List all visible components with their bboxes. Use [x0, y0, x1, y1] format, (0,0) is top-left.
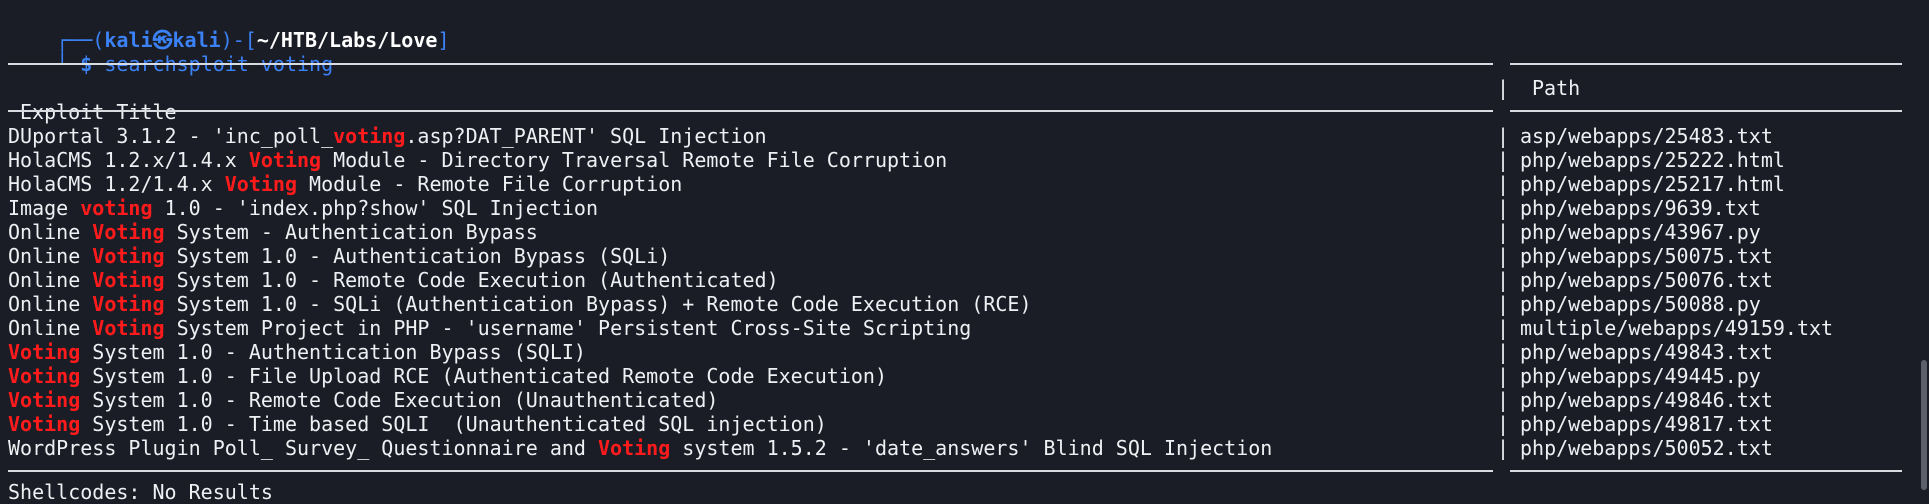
search-term-highlight: voting	[80, 196, 153, 220]
exploit-path: multiple/webapps/49159.txt	[1520, 316, 1834, 340]
prompt-bracket-end: ]	[437, 28, 450, 52]
search-term-highlight: voting	[333, 124, 406, 148]
search-term-highlight: Voting	[224, 172, 297, 196]
search-term-highlight: Voting	[8, 412, 81, 436]
exploit-title-text: System 1.0 - Authentication Bypass (SQLI…	[80, 340, 586, 364]
exploit-title: WordPress Plugin Poll_ Survey_ Questionn…	[8, 436, 1272, 460]
exploit-title: DUportal 3.1.2 - 'inc_poll_voting.asp?DA…	[8, 124, 767, 148]
exploit-title-text: Online	[8, 268, 93, 292]
search-term-highlight: Voting	[8, 364, 81, 388]
table-header: Exploit Title	[8, 76, 177, 124]
header-top-rule-left	[8, 63, 1493, 65]
exploit-title: Online Voting System - Authentication By…	[8, 220, 538, 244]
exploit-title-text: Image	[8, 196, 81, 220]
exploit-title: Voting System 1.0 - Authentication Bypas…	[8, 340, 586, 364]
exploit-path: asp/webapps/25483.txt	[1520, 124, 1773, 148]
exploit-path: php/webapps/25217.html	[1520, 172, 1785, 196]
exploit-title-text: Online	[8, 244, 93, 268]
exploit-path: php/webapps/50075.txt	[1520, 244, 1773, 268]
exploit-title: Voting System 1.0 - Remote Code Executio…	[8, 388, 718, 412]
column-separator: |	[1497, 292, 1510, 316]
column-separator: |	[1497, 388, 1510, 412]
column-separator: |	[1497, 172, 1510, 196]
column-separator: |	[1497, 340, 1510, 364]
exploit-title-text: System 1.0 - SQLi (Authentication Bypass…	[164, 292, 1032, 316]
exploit-title-text: .asp?DAT_PARENT' SQL Injection	[405, 124, 767, 148]
exploit-title: HolaCMS 1.2/1.4.x Voting Module - Remote…	[8, 172, 682, 196]
exploit-title: Voting System 1.0 - File Upload RCE (Aut…	[8, 364, 887, 388]
exploit-title-text: System - Authentication Bypass	[164, 220, 538, 244]
header-bottom-rule-left	[8, 110, 1493, 112]
prompt-line: ┌──(kali㉿kali)-[~/HTB/Labs/Love]	[8, 4, 449, 52]
terminal-window[interactable]: ┌──(kali㉿kali)-[~/HTB/Labs/Love] └─$ sea…	[0, 0, 1929, 504]
exploit-path: php/webapps/25222.html	[1520, 148, 1785, 172]
exploit-path: php/webapps/49817.txt	[1520, 412, 1773, 436]
column-separator: |	[1497, 364, 1510, 388]
column-separator: |	[1497, 244, 1510, 268]
command-line: └─$ searchsploit voting	[8, 28, 333, 76]
search-term-highlight: Voting	[8, 340, 81, 364]
exploit-title: Online Voting System 1.0 - SQLi (Authent…	[8, 292, 1032, 316]
exploit-title: Online Voting System 1.0 - Authenticatio…	[8, 244, 670, 268]
column-separator: |	[1497, 196, 1510, 220]
exploit-title-text: system 1.5.2 - 'date_answers' Blind SQL …	[670, 436, 1273, 460]
exploit-title: Image voting 1.0 - 'index.php?show' SQL …	[8, 196, 598, 220]
column-header-separator: |	[1497, 76, 1510, 100]
exploit-title-text: System 1.0 - Remote Code Execution (Unau…	[80, 388, 719, 412]
exploit-title: Online Voting System 1.0 - Remote Code E…	[8, 268, 779, 292]
search-term-highlight: Voting	[92, 244, 165, 268]
exploit-title-text: System Project in PHP - 'username' Persi…	[164, 316, 972, 340]
exploit-title-text: HolaCMS 1.2.x/1.4.x	[8, 148, 249, 172]
exploit-title-text: HolaCMS 1.2/1.4.x	[8, 172, 225, 196]
table-bottom-rule-left	[8, 470, 1493, 472]
terminal-scrollbar[interactable]	[1919, 0, 1929, 490]
exploit-title-text: Online	[8, 292, 93, 316]
column-header-path: Path	[1532, 76, 1581, 100]
header-top-rule-right	[1510, 63, 1902, 65]
exploit-title-text: Module - Directory Traversal Remote File…	[321, 148, 948, 172]
exploit-path: php/webapps/49445.py	[1520, 364, 1761, 388]
exploit-title-text: System 1.0 - Remote Code Execution (Auth…	[164, 268, 779, 292]
exploit-path: php/webapps/9639.txt	[1520, 196, 1761, 220]
exploit-path: php/webapps/49843.txt	[1520, 340, 1773, 364]
exploit-title-text: System 1.0 - Authentication Bypass (SQLi…	[164, 244, 671, 268]
column-separator: |	[1497, 412, 1510, 436]
exploit-path: php/webapps/50076.txt	[1520, 268, 1773, 292]
exploit-title-text: Online	[8, 316, 93, 340]
column-separator: |	[1497, 124, 1510, 148]
exploit-path: php/webapps/49846.txt	[1520, 388, 1773, 412]
exploit-title-text: System 1.0 - File Upload RCE (Authentica…	[80, 364, 887, 388]
search-term-highlight: Voting	[8, 388, 81, 412]
column-separator: |	[1497, 220, 1510, 244]
exploit-title-text: DUportal 3.1.2 - 'inc_poll_	[8, 124, 334, 148]
exploit-title-text: WordPress Plugin Poll_ Survey_ Questionn…	[8, 436, 599, 460]
footer-shellcodes-line: Shellcodes: No Results	[8, 480, 273, 504]
search-term-highlight: Voting	[598, 436, 671, 460]
exploit-path: php/webapps/50088.py	[1520, 292, 1761, 316]
column-header-title: Exploit Title	[20, 100, 177, 124]
exploit-title-text: 1.0 - 'index.php?show' SQL Injection	[152, 196, 599, 220]
exploit-title-text: System 1.0 - Time based SQLI (Unauthenti…	[80, 412, 827, 436]
exploit-title: HolaCMS 1.2.x/1.4.x Voting Module - Dire…	[8, 148, 947, 172]
search-term-highlight: Voting	[248, 148, 322, 172]
exploit-title: Online Voting System Project in PHP - 'u…	[8, 316, 971, 340]
scrollbar-thumb[interactable]	[1921, 360, 1927, 490]
search-term-highlight: Voting	[92, 292, 165, 316]
search-term-highlight: Voting	[92, 268, 165, 292]
header-bottom-rule-right	[1510, 110, 1902, 112]
exploit-path: php/webapps/50052.txt	[1520, 436, 1773, 460]
table-bottom-rule-right	[1510, 470, 1902, 472]
search-term-highlight: Voting	[92, 316, 165, 340]
search-term-highlight: Voting	[92, 220, 165, 244]
column-separator: |	[1497, 148, 1510, 172]
exploit-path: php/webapps/43967.py	[1520, 220, 1761, 244]
exploit-title-text: Module - Remote File Corruption	[297, 172, 683, 196]
exploit-title-text: Online	[8, 220, 93, 244]
column-separator: |	[1497, 436, 1510, 460]
column-separator: |	[1497, 316, 1510, 340]
column-separator: |	[1497, 268, 1510, 292]
exploit-title: Voting System 1.0 - Time based SQLI (Una…	[8, 412, 827, 436]
